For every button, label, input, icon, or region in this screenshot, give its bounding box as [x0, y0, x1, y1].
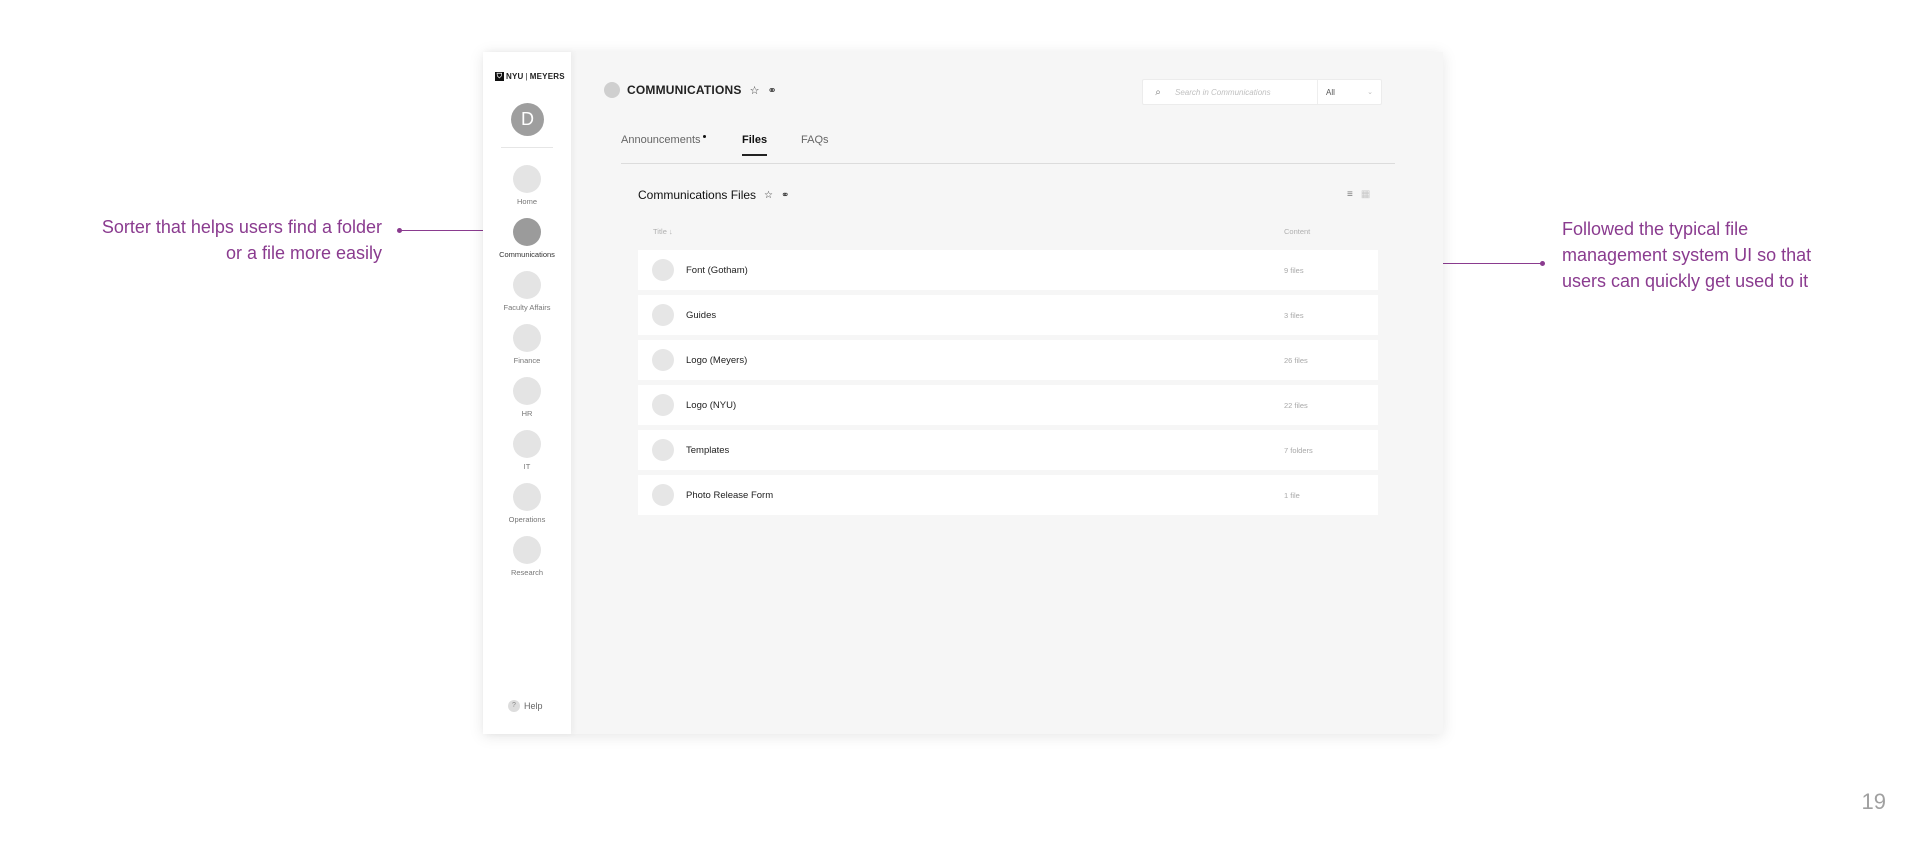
- research-icon: [513, 536, 541, 564]
- search-scope-value: All: [1326, 87, 1335, 97]
- chevron-down-icon: ⌄: [1367, 89, 1373, 96]
- star-icon[interactable]: ☆: [750, 84, 760, 97]
- folder-icon: [652, 349, 674, 371]
- files-section-header: Communications Files ☆ ⚭: [638, 188, 789, 202]
- tab-bar: Announcements Files FAQs: [621, 134, 1395, 164]
- page-title: COMMUNICATIONS: [627, 83, 742, 97]
- tab-faqs[interactable]: FAQs: [801, 134, 829, 154]
- file-content-count: 9 files: [1284, 265, 1304, 275]
- it-icon: [513, 430, 541, 458]
- view-toggle: ≡ ▦: [1347, 189, 1370, 200]
- sidebar-item-label: IT: [523, 462, 531, 471]
- sidebar-item-label: Operations: [508, 515, 546, 524]
- sidebar-item-operations[interactable]: Operations: [483, 483, 571, 524]
- list-view-icon[interactable]: ≡: [1347, 189, 1353, 200]
- sidebar-item-it[interactable]: IT: [483, 430, 571, 471]
- search-icon[interactable]: ⌕: [1143, 87, 1173, 98]
- tab-label: Announcements: [621, 134, 701, 146]
- sidebar-item-label: Faculty Affairs: [503, 303, 551, 312]
- finance-icon: [513, 324, 541, 352]
- slide-page-number: 19: [1861, 789, 1886, 814]
- sidebar-item-label: Research: [510, 568, 544, 577]
- help-button[interactable]: ? Help: [508, 700, 543, 712]
- folder-icon: [652, 304, 674, 326]
- app-window: ⛉ NYU | MEYERS D Home Communications Fac…: [483, 52, 1443, 734]
- sidebar-item-home[interactable]: Home: [483, 165, 571, 206]
- help-icon: ?: [508, 700, 520, 712]
- annotation-file-ui: Followed the typical file management sys…: [1562, 219, 1812, 291]
- nyu-torch-icon: ⛉: [495, 72, 504, 81]
- column-header-title-sorter[interactable]: Title ↓: [653, 227, 673, 236]
- annotation-sorter: Sorter that helps users find a folder or…: [101, 217, 382, 263]
- sidebar-item-label: Home: [516, 197, 537, 206]
- file-list: Font (Gotham) 9 files Guides 3 files Log…: [638, 250, 1378, 520]
- file-content-count: 7 folders: [1284, 445, 1313, 455]
- tab-files[interactable]: Files: [742, 134, 768, 156]
- file-name: Font (Gotham): [686, 264, 748, 276]
- tab-label: FAQs: [801, 134, 829, 146]
- operations-icon: [513, 483, 541, 511]
- file-name: Logo (NYU): [686, 399, 737, 411]
- annotation-file-ui-dot-end: [1540, 261, 1545, 266]
- file-row[interactable]: Logo (Meyers) 26 files: [638, 340, 1378, 380]
- nyu-meyers-logo[interactable]: ⛉ NYU | MEYERS: [495, 72, 565, 81]
- file-content-count: 1 file: [1284, 490, 1300, 500]
- hr-icon: [513, 377, 541, 405]
- sidebar-item-communications[interactable]: Communications: [483, 218, 571, 259]
- sidebar-item-label: Finance: [513, 356, 541, 365]
- file-content-count: 22 files: [1284, 400, 1308, 410]
- folder-icon: [652, 394, 674, 416]
- sidebar-item-label: Communications: [499, 250, 555, 259]
- sidebar-item-hr[interactable]: HR: [483, 377, 571, 418]
- column-header-content[interactable]: Content: [1284, 227, 1310, 236]
- file-icon: [652, 484, 674, 506]
- sidebar: ⛉ NYU | MEYERS D Home Communications Fac…: [483, 52, 571, 734]
- sidebar-divider: [501, 147, 553, 148]
- link-icon[interactable]: ⚭: [767, 84, 776, 97]
- file-row[interactable]: Photo Release Form 1 file: [638, 475, 1378, 515]
- file-name: Templates: [686, 444, 730, 456]
- file-row[interactable]: Guides 3 files: [638, 295, 1378, 335]
- faculty-affairs-icon: [513, 271, 541, 299]
- file-row[interactable]: Font (Gotham) 9 files: [638, 250, 1378, 290]
- home-icon: [513, 165, 541, 193]
- files-section-title: Communications Files: [638, 188, 757, 202]
- space-icon: [604, 82, 620, 98]
- tab-announcements[interactable]: Announcements: [621, 134, 706, 154]
- logo-text-nyu: NYU: [506, 72, 524, 81]
- grid-view-icon[interactable]: ▦: [1361, 189, 1370, 200]
- help-label: Help: [524, 701, 543, 711]
- sidebar-item-label: HR: [521, 409, 533, 418]
- file-row[interactable]: Logo (NYU) 22 files: [638, 385, 1378, 425]
- folder-icon: [652, 259, 674, 281]
- file-row[interactable]: Templates 7 folders: [638, 430, 1378, 470]
- star-icon[interactable]: ☆: [764, 190, 773, 201]
- file-content-count: 26 files: [1284, 355, 1308, 365]
- sidebar-item-faculty-affairs[interactable]: Faculty Affairs: [483, 271, 571, 312]
- file-content-count: 3 files: [1284, 310, 1304, 320]
- file-name: Guides: [686, 309, 717, 321]
- annotation-sorter-dot-start: [397, 228, 402, 233]
- link-icon[interactable]: ⚭: [781, 190, 789, 201]
- logo-text-meyers: MEYERS: [529, 72, 565, 81]
- notification-dot-icon: [702, 135, 706, 138]
- sidebar-item-finance[interactable]: Finance: [483, 324, 571, 365]
- page-header: COMMUNICATIONS ☆ ⚭: [604, 82, 777, 98]
- folder-icon: [652, 439, 674, 461]
- tab-label: Files: [742, 134, 768, 146]
- user-avatar[interactable]: D: [511, 103, 544, 136]
- logo-separator: |: [525, 72, 528, 81]
- sidebar-item-research[interactable]: Research: [483, 536, 571, 577]
- communications-icon: [513, 218, 541, 246]
- search-bar: ⌕ All ⌄: [1142, 79, 1382, 105]
- search-input[interactable]: [1173, 86, 1317, 98]
- file-name: Photo Release Form: [686, 489, 774, 501]
- search-scope-select[interactable]: All ⌄: [1317, 80, 1381, 104]
- file-name: Logo (Meyers): [686, 354, 748, 366]
